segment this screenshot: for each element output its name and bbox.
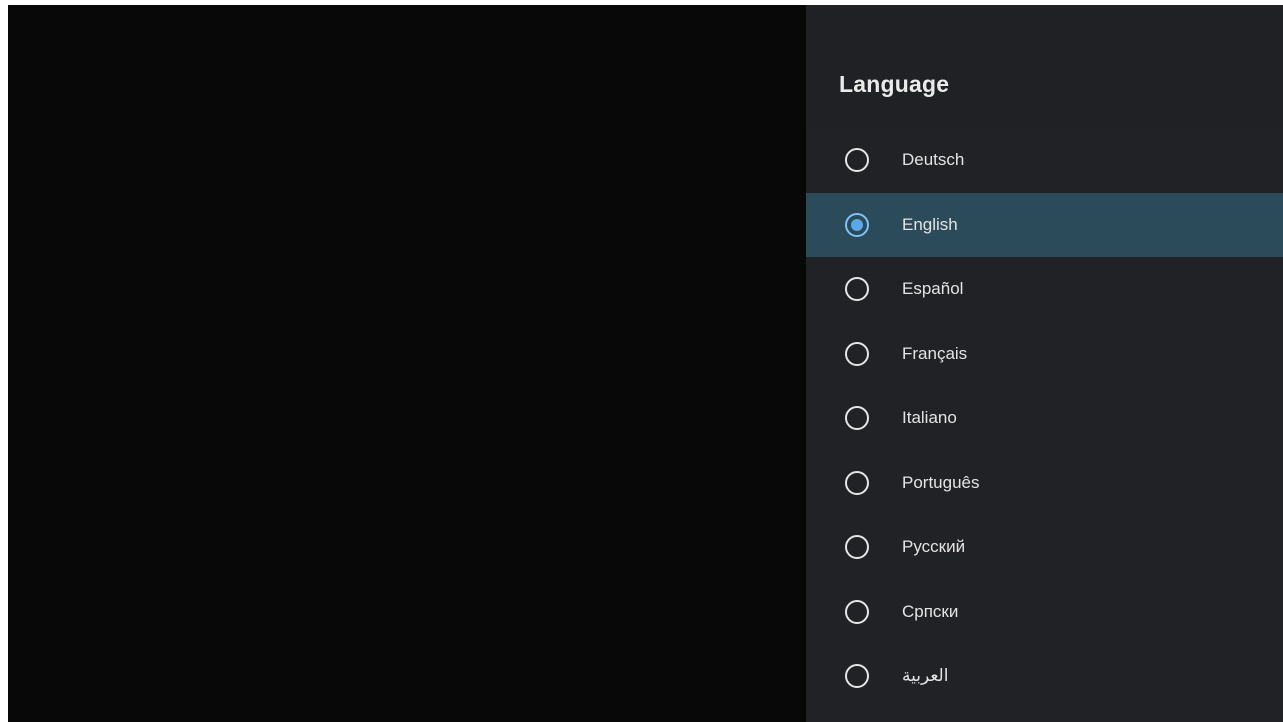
language-option-english[interactable]: English <box>806 192 1283 257</box>
language-option-italiano[interactable]: Italiano <box>806 386 1283 451</box>
language-option-serbian[interactable]: Српски <box>806 580 1283 645</box>
language-option-label: Српски <box>902 601 959 621</box>
language-settings-panel: Language Deutsch English Español Françai… <box>806 5 1283 722</box>
radio-unchecked-icon[interactable] <box>845 664 869 689</box>
tv-screen: Language Deutsch English Español Françai… <box>8 5 1283 722</box>
language-option-francais[interactable]: Français <box>806 322 1283 387</box>
language-option-arabic[interactable]: العربية <box>806 644 1283 709</box>
language-option-portugues[interactable]: Português <box>806 451 1283 516</box>
language-option-label: Español <box>902 279 964 299</box>
language-option-label: Italiano <box>902 408 957 428</box>
radio-unchecked-icon[interactable] <box>845 277 869 302</box>
language-option-label: Русский <box>902 537 966 557</box>
radio-unchecked-icon[interactable] <box>845 148 869 173</box>
radio-unchecked-icon[interactable] <box>845 535 869 560</box>
radio-checked-icon[interactable] <box>845 212 869 237</box>
language-option-label: Français <box>902 343 968 363</box>
language-option-label: Português <box>902 472 980 492</box>
radio-unchecked-icon[interactable] <box>845 599 869 624</box>
radio-unchecked-icon[interactable] <box>845 470 869 495</box>
panel-title: Language <box>839 71 950 97</box>
radio-unchecked-icon[interactable] <box>845 406 869 431</box>
language-option-label: English <box>902 214 958 234</box>
radio-unchecked-icon[interactable] <box>845 341 869 366</box>
language-option-russian[interactable]: Русский <box>806 515 1283 580</box>
panel-header: Language <box>806 5 1283 128</box>
language-list: Deutsch English Español Français Italian… <box>806 128 1283 709</box>
language-option-deutsch[interactable]: Deutsch <box>806 128 1283 193</box>
language-option-label: العربية <box>902 666 949 686</box>
language-option-label: Deutsch <box>902 150 965 170</box>
language-option-espanol[interactable]: Español <box>806 257 1283 322</box>
